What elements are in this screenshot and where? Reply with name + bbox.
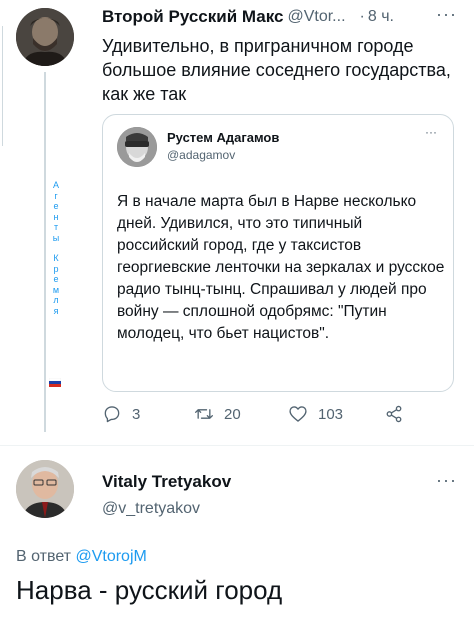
bio-letter: р	[53, 263, 59, 274]
reply-to-prefix: В ответ	[16, 548, 72, 565]
reply-icon	[104, 406, 120, 423]
reply-more-icon[interactable]: ···	[436, 470, 457, 491]
bio-letter: е	[53, 201, 59, 211]
tweet-actions: 3 20 103	[102, 404, 442, 428]
flag-icon	[49, 378, 61, 387]
separator-dot: ·	[359, 8, 365, 25]
reply-to-handle[interactable]: @VtorojM	[75, 548, 146, 565]
avatar-photo	[16, 460, 74, 518]
like-button[interactable]: 103	[288, 404, 343, 424]
original-tweet[interactable]: А г е н т ы К р е м л я Второй Русский М…	[0, 0, 474, 445]
quote-more-icon[interactable]: ···	[425, 125, 437, 139]
reply-count: 3	[132, 405, 141, 423]
bio-letter: ы	[52, 232, 60, 243]
retweet-button[interactable]: 20	[194, 404, 241, 424]
avatar-photo	[117, 127, 157, 167]
tweet-time[interactable]: 8 ч.	[368, 8, 394, 26]
avatar-photo	[16, 8, 74, 66]
quote-author-name[interactable]: Рустем Адагамов	[167, 130, 279, 145]
reply-context: В ответ @VtorojM	[16, 548, 147, 566]
more-options-icon[interactable]: ···	[436, 4, 457, 25]
retweet-count: 20	[224, 405, 241, 423]
avatar[interactable]	[16, 8, 74, 66]
like-count: 103	[318, 405, 344, 423]
share-icon	[386, 405, 402, 423]
bio-letter: т	[53, 222, 59, 232]
bio-letter: л	[53, 295, 59, 305]
bio-letter: м	[52, 284, 60, 295]
reply-button[interactable]: 3	[102, 404, 140, 424]
bio-letter: я	[53, 305, 59, 316]
tweet-header: Второй Русский Макс @Vtor... · 8 ч.	[102, 6, 442, 28]
reply-text: Нарва - русский город	[16, 575, 283, 605]
reply-author-name[interactable]: Vitaly Tretyakov	[102, 472, 231, 492]
reply-author-handle[interactable]: @v_tretyakov	[102, 500, 200, 518]
tweet-divider	[0, 445, 474, 446]
bio-letter: е	[53, 274, 59, 284]
quote-author-handle[interactable]: @adagamov	[167, 148, 235, 162]
bio-letter: А	[52, 180, 59, 190]
author-name[interactable]: Второй Русский Макс	[102, 7, 283, 27]
retweet-icon	[195, 409, 213, 419]
quote-text: Я в начале марта был в Нарве несколько д…	[117, 193, 445, 342]
bio-vertical-text: А г е н т ы К р е м л я	[50, 180, 62, 316]
author-handle[interactable]: @Vtor...	[287, 8, 345, 26]
bio-letter: н	[53, 211, 59, 222]
bio-letter: г	[54, 190, 58, 201]
bio-letter: К	[53, 253, 59, 263]
quote-avatar[interactable]	[117, 127, 157, 167]
reply-avatar[interactable]	[16, 460, 74, 518]
tweet-text: Удивительно, в приграничном городе больш…	[102, 36, 451, 104]
quoted-tweet[interactable]: Рустем Адагамов @adagamov ··· Я в начале…	[102, 114, 454, 392]
share-button[interactable]	[384, 404, 404, 424]
thread-line	[44, 72, 46, 432]
like-icon	[289, 406, 307, 422]
